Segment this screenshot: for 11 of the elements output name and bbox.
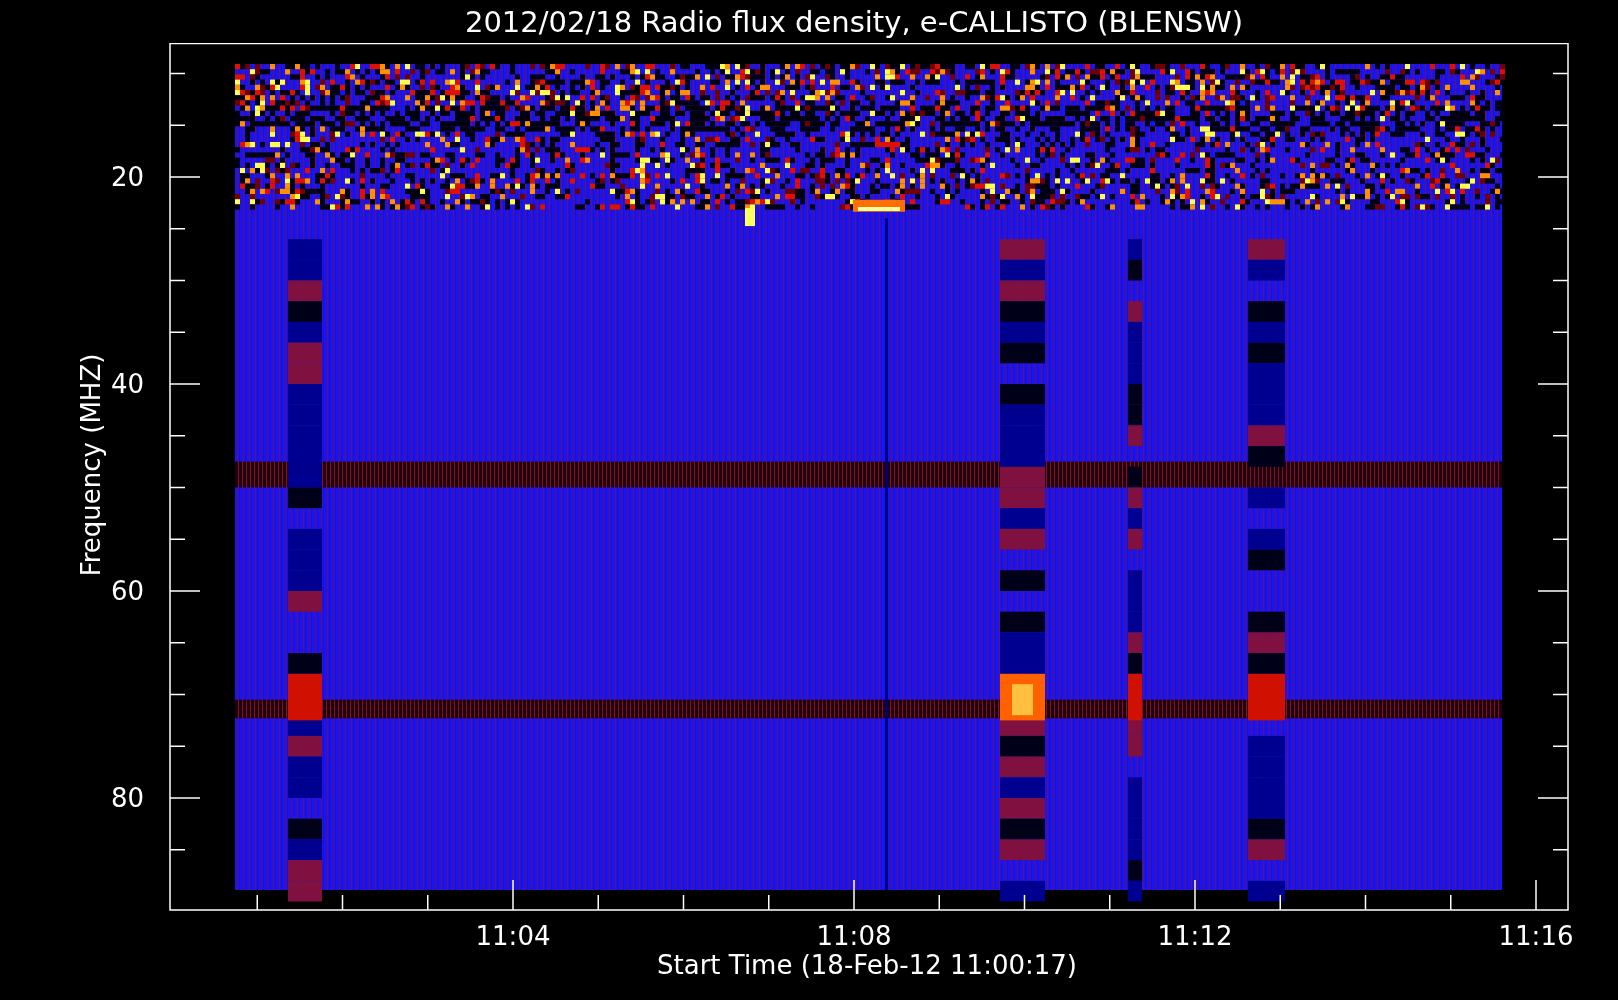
y-tick-label: 20 bbox=[110, 162, 144, 192]
x-tick-label: 11:12 bbox=[1157, 921, 1233, 951]
y-tick-label: 80 bbox=[110, 783, 144, 813]
y-tick-label: 60 bbox=[110, 576, 144, 606]
x-axis-title: Start Time (18-Feb-12 11:00:17) bbox=[657, 950, 1077, 980]
x-tick-label: 11:04 bbox=[475, 921, 551, 951]
y-axis-title: Frequency (MHZ) bbox=[76, 353, 106, 577]
y-tick-label: 40 bbox=[110, 369, 144, 399]
x-tick-label: 11:16 bbox=[1498, 921, 1574, 951]
x-tick-label: 11:08 bbox=[816, 921, 892, 951]
chart-title: 2012/02/18 Radio flux density, e-CALLISTO (BLENSW) bbox=[463, 3, 1245, 41]
